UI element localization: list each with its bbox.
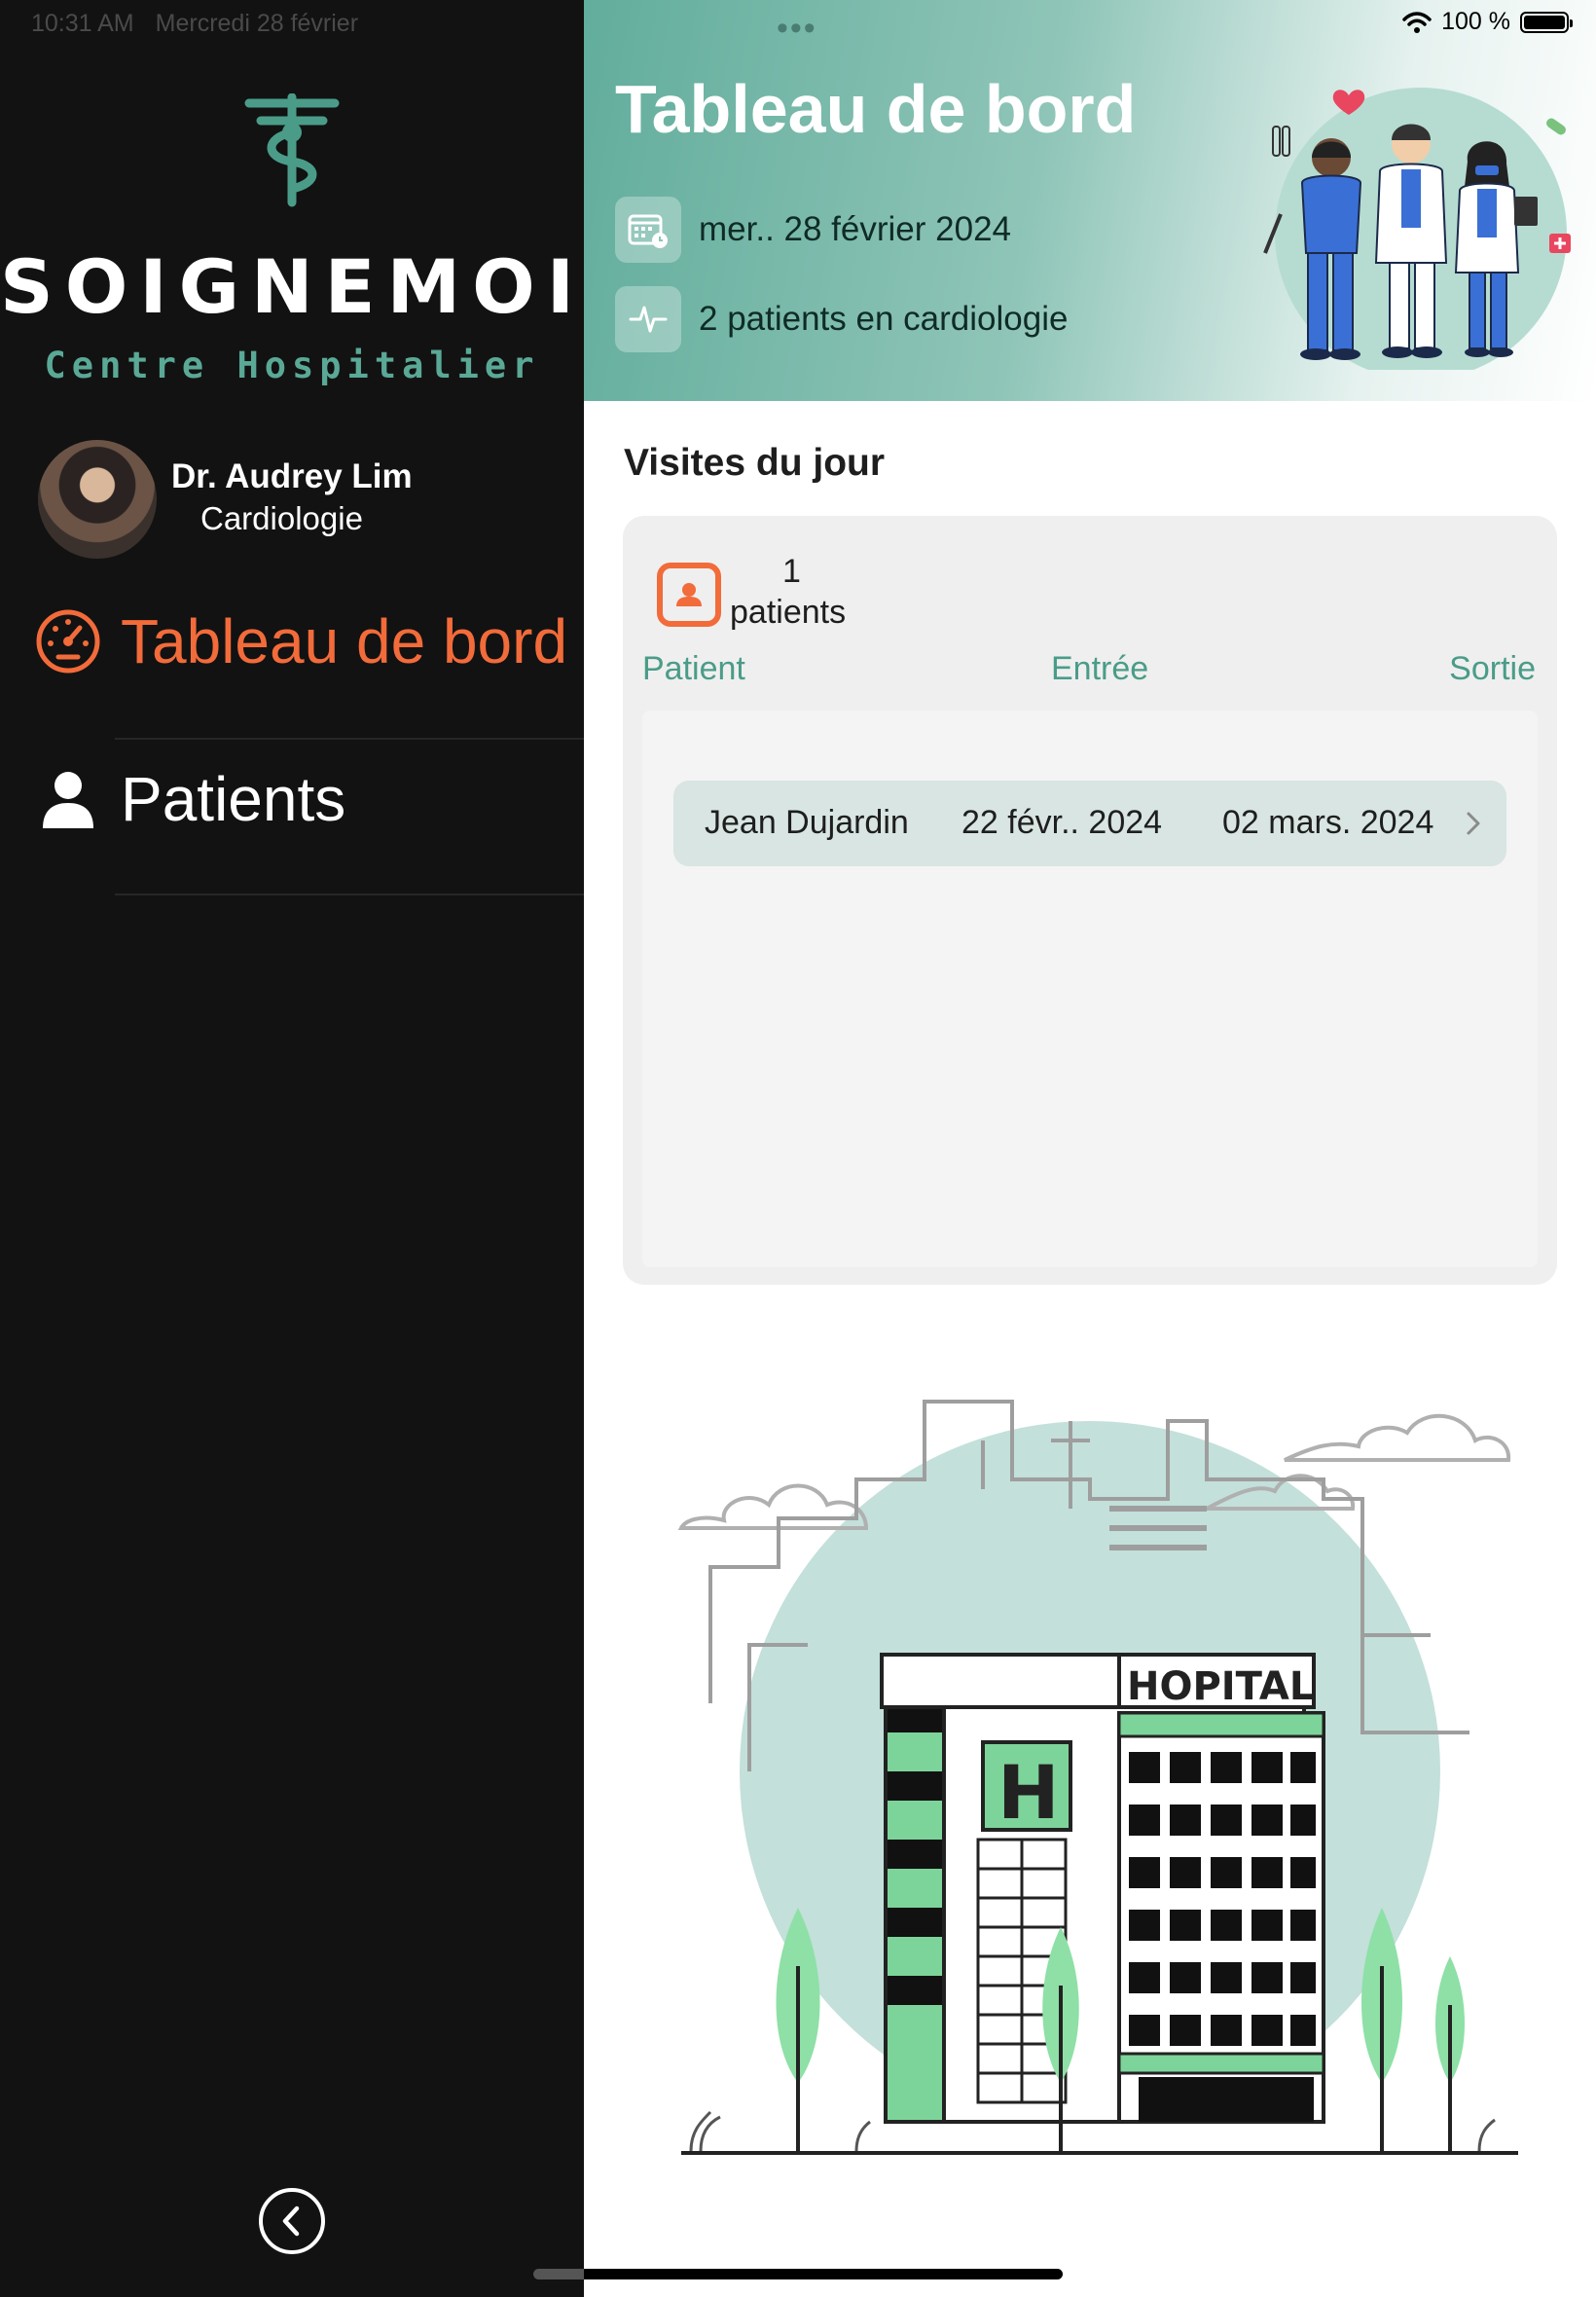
avatar (38, 440, 157, 559)
hospital-sign-text: HOPITAL (1127, 1664, 1314, 1709)
patient-contact-icon (657, 563, 721, 627)
visits-count-label: patients (730, 594, 847, 631)
brand-name: SOIGNEMOI (0, 243, 587, 330)
home-indicator[interactable] (533, 2269, 1063, 2279)
column-header-sortie: Sortie (1449, 650, 1536, 687)
person-icon (43, 772, 93, 828)
sidebar-divider (115, 893, 584, 895)
visit-entry-date: 22 févr.. 2024 (961, 804, 1163, 841)
page-title: Tableau de bord (615, 71, 1137, 147)
collapse-sidebar-button[interactable] (259, 2188, 325, 2254)
chevron-left-icon (282, 2206, 300, 2237)
column-header-patient: Patient (642, 650, 745, 687)
brand-subtitle: Centre Hospitalier (44, 345, 540, 386)
sidebar-item-dashboard[interactable]: Tableau de bord (0, 568, 584, 714)
sidebar-item-label: Patients (121, 764, 346, 834)
sidebar: 10:31 AM Mercredi 28 février SOIGNEMOI Ce… (0, 0, 584, 2297)
patients-info: 2 patients en cardiologie (615, 286, 1068, 352)
heartbeat-icon (615, 286, 681, 352)
table-row[interactable]: Jean Dujardin 22 févr.. 2024 02 mars. 20… (673, 781, 1506, 866)
column-header-entree: Entrée (1051, 650, 1149, 687)
chevron-right-icon (1467, 812, 1480, 835)
status-bar-left: 10:31 AM Mercredi 28 février (31, 10, 358, 38)
medical-team-illustration (1263, 88, 1571, 370)
dashboard-header: ••• 100 % Tableau de bord mer.. 28 févri… (584, 0, 1596, 401)
visits-list: Jean Dujardin 22 févr.. 2024 02 mars. 20… (642, 711, 1538, 1267)
status-date: Mercredi 28 février (155, 10, 359, 37)
doctor-name: Dr. Audrey Lim (171, 457, 413, 495)
status-bar-right: 100 % (1402, 8, 1573, 36)
visits-card: 1 patients Patient Entrée Sortie Jean Du… (623, 516, 1557, 1285)
hospital-illustration: HOPITAL H (677, 1400, 1518, 2155)
date-info: mer.. 28 février 2024 (615, 197, 1011, 263)
status-time: 10:31 AM (31, 10, 134, 37)
multitasking-dots[interactable]: ••• (777, 10, 817, 48)
battery-icon (1520, 11, 1573, 33)
visit-exit-date: 02 mars. 2024 (1222, 804, 1434, 841)
dashboard-gauge-icon (36, 609, 100, 674)
patients-count-text: 2 patients en cardiologie (699, 300, 1069, 338)
sidebar-item-patients[interactable]: Patients (0, 726, 584, 872)
app-root: 10:31 AM Mercredi 28 février SOIGNEMOI Ce… (0, 0, 1596, 2297)
hospital-h-letter: H (998, 1749, 1060, 1836)
battery-percent: 100 % (1441, 8, 1510, 35)
visits-count: 1 (782, 553, 801, 590)
date-text: mer.. 28 février 2024 (699, 210, 1011, 248)
visit-patient-name: Jean Dujardin (705, 804, 909, 841)
wifi-icon (1402, 11, 1432, 33)
home-indicator-edge (533, 2269, 584, 2279)
visits-section-title: Visites du jour (624, 442, 886, 484)
sidebar-item-label: Tableau de bord (121, 606, 568, 676)
calendar-icon (615, 197, 681, 263)
doctor-specialty: Cardiologie (200, 500, 363, 536)
caduceus-logo-icon (244, 93, 340, 207)
